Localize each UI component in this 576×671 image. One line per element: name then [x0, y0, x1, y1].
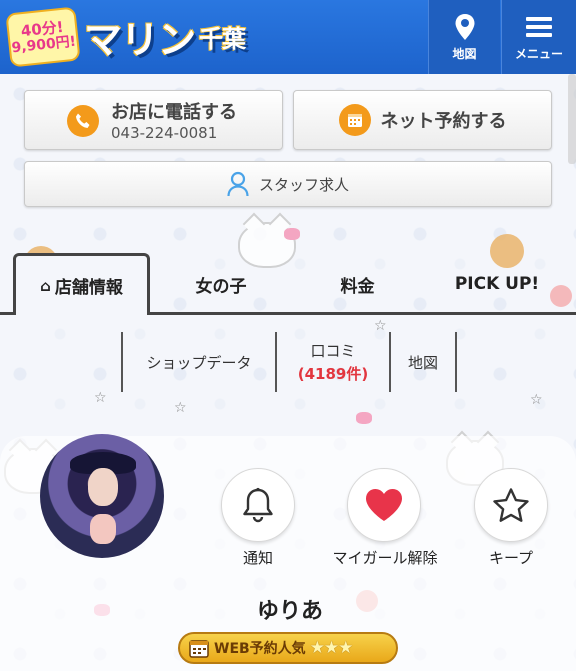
reserve-label: ネット予約する: [380, 111, 507, 132]
phone-icon: [67, 105, 99, 137]
web-reserve-popularity-badge: WEB予約人気 ★★★: [178, 632, 398, 664]
rating-stars: ★★★: [309, 638, 354, 658]
bow-decoration: [284, 228, 300, 240]
menu-button[interactable]: メニュー: [501, 0, 576, 74]
map-button[interactable]: 地図: [428, 0, 500, 74]
mygirl-label: マイガール解除: [332, 549, 438, 567]
keep-label: キープ: [488, 549, 534, 567]
call-text: お店に電話する 043-224-0081: [111, 98, 237, 142]
map-pin-icon: [455, 13, 474, 40]
calendar-icon: [338, 104, 371, 136]
avatar[interactable]: [40, 434, 164, 558]
heart-icon: [366, 489, 402, 521]
tab-label: 女の子: [195, 276, 247, 297]
keep-button[interactable]: [474, 468, 548, 542]
badge-label: WEB予約人気: [214, 641, 306, 657]
home-icon: ⌂: [40, 276, 51, 295]
call-shop-button[interactable]: お店に電話する 043-224-0081: [24, 90, 283, 150]
subnav-map[interactable]: 地図: [391, 332, 455, 392]
net-reserve-button[interactable]: ネット予約する: [293, 90, 552, 150]
header: 40分! 9,900円! マリン 千葉 地図 メニュー: [0, 0, 576, 74]
star-decoration: ☆: [174, 400, 187, 416]
subnav-divider: [455, 332, 457, 392]
bow-decoration: [356, 412, 372, 424]
calendar-icon: [189, 640, 209, 658]
site-logo[interactable]: マリン 千葉: [84, 8, 246, 64]
tab-label: 料金: [340, 276, 375, 297]
tab-shop-info[interactable]: ⌂ 店舗情報: [13, 253, 150, 315]
star-decoration: ☆: [530, 392, 543, 408]
notify-label: 通知: [242, 549, 273, 567]
apple-decoration: [550, 285, 572, 307]
star-icon: [493, 488, 529, 522]
girl-name: ゆりあ: [256, 599, 323, 624]
logo-sub: 千葉: [199, 24, 246, 53]
mygirl-button[interactable]: [347, 468, 421, 542]
review-count: (4189件): [297, 365, 369, 383]
scrollbar[interactable]: [568, 74, 576, 164]
price-badge: 40分! 9,900円!: [5, 6, 81, 68]
map-link-label: 地図: [407, 353, 438, 372]
tab-girls[interactable]: 女の子: [176, 255, 266, 313]
logo-main: マリン: [84, 17, 196, 62]
tab-label: 店舗情報: [54, 278, 123, 298]
hamburger-menu-icon: [526, 13, 552, 41]
person-icon: [227, 171, 249, 197]
shop-data-label: ショップデータ: [146, 353, 252, 372]
tab-pickup[interactable]: PICK UP!: [442, 255, 552, 313]
subnav-shop-data[interactable]: ショップデータ: [124, 332, 274, 392]
bell-icon: [243, 487, 273, 523]
staff-recruit-button[interactable]: スタッフ求人: [24, 161, 552, 207]
call-number: 043-224-0081: [111, 124, 218, 142]
tab-label: PICK UP!: [454, 274, 540, 294]
star-decoration: ☆: [94, 390, 107, 406]
subnav-reviews[interactable]: 口コミ (4189件): [277, 332, 389, 392]
call-label: お店に電話する: [111, 102, 237, 123]
staff-label: スタッフ求人: [258, 175, 349, 194]
map-label: 地図: [452, 46, 477, 61]
menu-label: メニュー: [514, 46, 563, 61]
reviews-label: 口コミ: [310, 342, 356, 360]
subnav-divider: [121, 332, 123, 392]
tab-price[interactable]: 料金: [320, 255, 395, 313]
notify-button[interactable]: [221, 468, 295, 542]
